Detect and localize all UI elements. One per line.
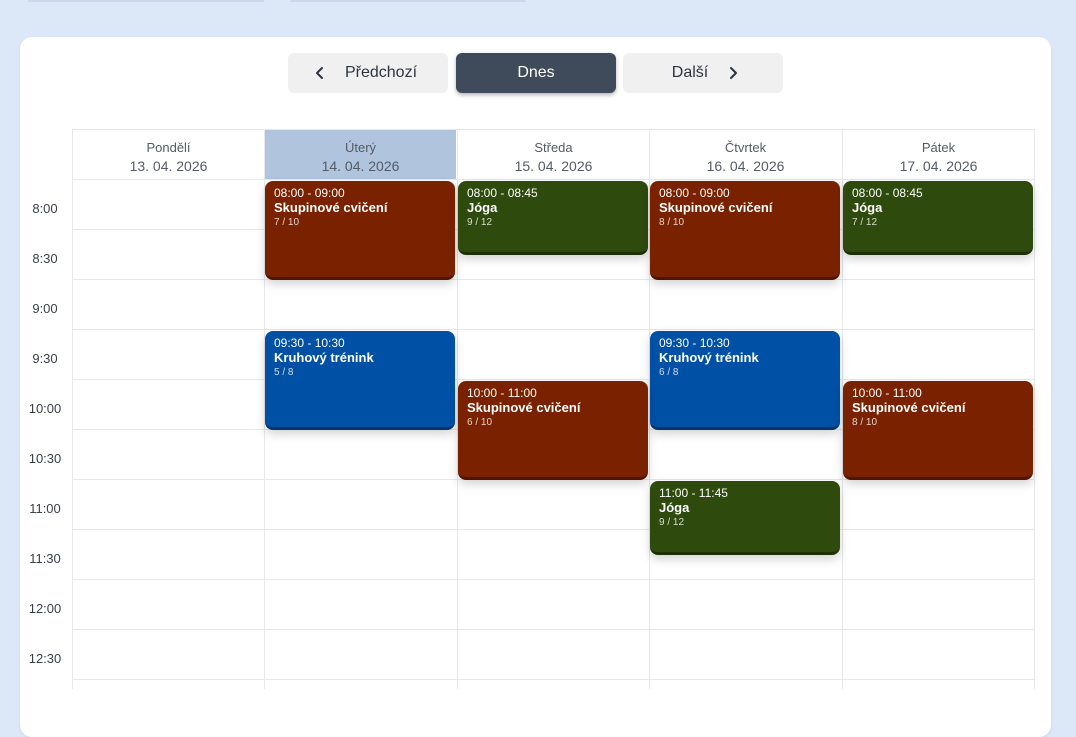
- chevron-right-icon: [730, 67, 738, 79]
- grid-row-line: [72, 379, 1034, 380]
- event-title: Skupinové cvičení: [274, 200, 388, 215]
- event-time: 10:00 - 11:00: [852, 386, 922, 400]
- event-block[interactable]: 10:00 - 11:00 Skupinové cvičení 8 / 10: [843, 381, 1033, 480]
- grid-row-line: [72, 679, 1034, 680]
- event-block[interactable]: 08:00 - 08:45 Jóga 7 / 12: [843, 181, 1033, 255]
- event-title: Kruhový trénink: [659, 350, 759, 365]
- grid-row-line: [72, 329, 1034, 330]
- time-label: 10:00: [28, 401, 62, 416]
- day-header[interactable]: Středa 15. 04. 2026: [458, 130, 649, 179]
- grid-row-line: [72, 579, 1034, 580]
- time-label: 8:00: [32, 201, 58, 216]
- day-name: Pátek: [921, 140, 956, 155]
- day-header[interactable]: Pondělí 13. 04. 2026: [73, 130, 264, 179]
- time-label: 11:30: [29, 551, 61, 566]
- time-label: 8:30: [32, 251, 58, 266]
- day-header[interactable]: Úterý 14. 04. 2026: [265, 130, 456, 179]
- grid-column-line: [72, 129, 73, 689]
- event-capacity: 9 / 12: [467, 217, 493, 228]
- event-block[interactable]: 09:30 - 10:30 Kruhový trénink 6 / 8: [650, 331, 840, 430]
- event-block[interactable]: 08:00 - 09:00 Skupinové cvičení 8 / 10: [650, 181, 840, 280]
- previous-button-label: Předchozí: [344, 64, 418, 81]
- event-time: 09:30 - 10:30: [659, 336, 730, 350]
- time-label: 9:00: [32, 301, 58, 316]
- time-label: 10:30: [28, 451, 62, 466]
- event-time: 08:00 - 09:00: [659, 186, 730, 200]
- day-header[interactable]: Čtvrtek 16. 04. 2026: [650, 130, 841, 179]
- event-time: 08:00 - 09:00: [274, 186, 345, 200]
- event-time: 08:00 - 08:45: [852, 186, 923, 200]
- top-tab-strip: [290, 0, 526, 2]
- chevron-left-icon: [315, 67, 323, 79]
- time-label: 12:00: [28, 601, 62, 616]
- day-header[interactable]: Pátek 17. 04. 2026: [843, 130, 1034, 179]
- top-tab-strip: [28, 0, 264, 2]
- grid-row-line: [72, 279, 1034, 280]
- event-block[interactable]: 08:00 - 09:00 Skupinové cvičení 7 / 10: [265, 181, 455, 280]
- event-title: Skupinové cvičení: [659, 200, 773, 215]
- event-title: Kruhový trénink: [274, 350, 374, 365]
- day-name: Pondělí: [146, 140, 191, 155]
- event-block[interactable]: 09:30 - 10:30 Kruhový trénink 5 / 8: [265, 331, 455, 430]
- day-date: 13. 04. 2026: [129, 158, 208, 174]
- day-name: Středa: [534, 140, 573, 155]
- event-block[interactable]: 10:00 - 11:00 Skupinové cvičení 6 / 10: [458, 381, 648, 480]
- event-capacity: 9 / 12: [659, 517, 685, 528]
- event-time: 11:00 - 11:45: [659, 486, 728, 500]
- event-title: Jóga: [659, 500, 690, 515]
- time-label: 11:00: [29, 501, 61, 516]
- event-capacity: 7 / 12: [852, 217, 878, 228]
- day-name: Úterý: [344, 140, 377, 155]
- next-button-label: Další: [671, 64, 709, 81]
- grid-row-line: [72, 629, 1034, 630]
- event-time: 10:00 - 11:00: [467, 386, 537, 400]
- event-capacity: 5 / 8: [274, 367, 294, 378]
- grid-row-line: [72, 529, 1034, 530]
- today-button-label: Dnes: [517, 64, 555, 81]
- day-date: 15. 04. 2026: [514, 158, 593, 174]
- event-block[interactable]: 11:00 - 11:45 Jóga 9 / 12: [650, 481, 840, 555]
- day-name: Čtvrtek: [724, 140, 767, 155]
- event-capacity: 7 / 10: [274, 217, 300, 228]
- previous-button[interactable]: Předchozí: [288, 53, 448, 93]
- event-capacity: 8 / 10: [852, 417, 878, 428]
- day-date: 17. 04. 2026: [899, 158, 978, 174]
- event-capacity: 8 / 10: [659, 217, 685, 228]
- event-capacity: 6 / 8: [659, 367, 679, 378]
- today-button[interactable]: Dnes: [456, 53, 616, 93]
- event-title: Skupinové cvičení: [852, 400, 966, 415]
- time-label: 9:30: [32, 351, 58, 366]
- grid-row-line: [72, 179, 1034, 180]
- event-time: 09:30 - 10:30: [274, 336, 345, 350]
- event-time: 08:00 - 08:45: [467, 186, 538, 200]
- grid-column-line: [1034, 129, 1035, 689]
- event-block[interactable]: 08:00 - 08:45 Jóga 9 / 12: [458, 181, 648, 255]
- next-button[interactable]: Další: [623, 53, 783, 93]
- event-capacity: 6 / 10: [467, 417, 493, 428]
- day-date: 14. 04. 2026: [321, 158, 400, 174]
- day-date: 16. 04. 2026: [706, 158, 785, 174]
- event-title: Jóga: [467, 200, 498, 215]
- event-title: Jóga: [852, 200, 883, 215]
- time-label: 12:30: [28, 651, 62, 666]
- event-title: Skupinové cvičení: [467, 400, 581, 415]
